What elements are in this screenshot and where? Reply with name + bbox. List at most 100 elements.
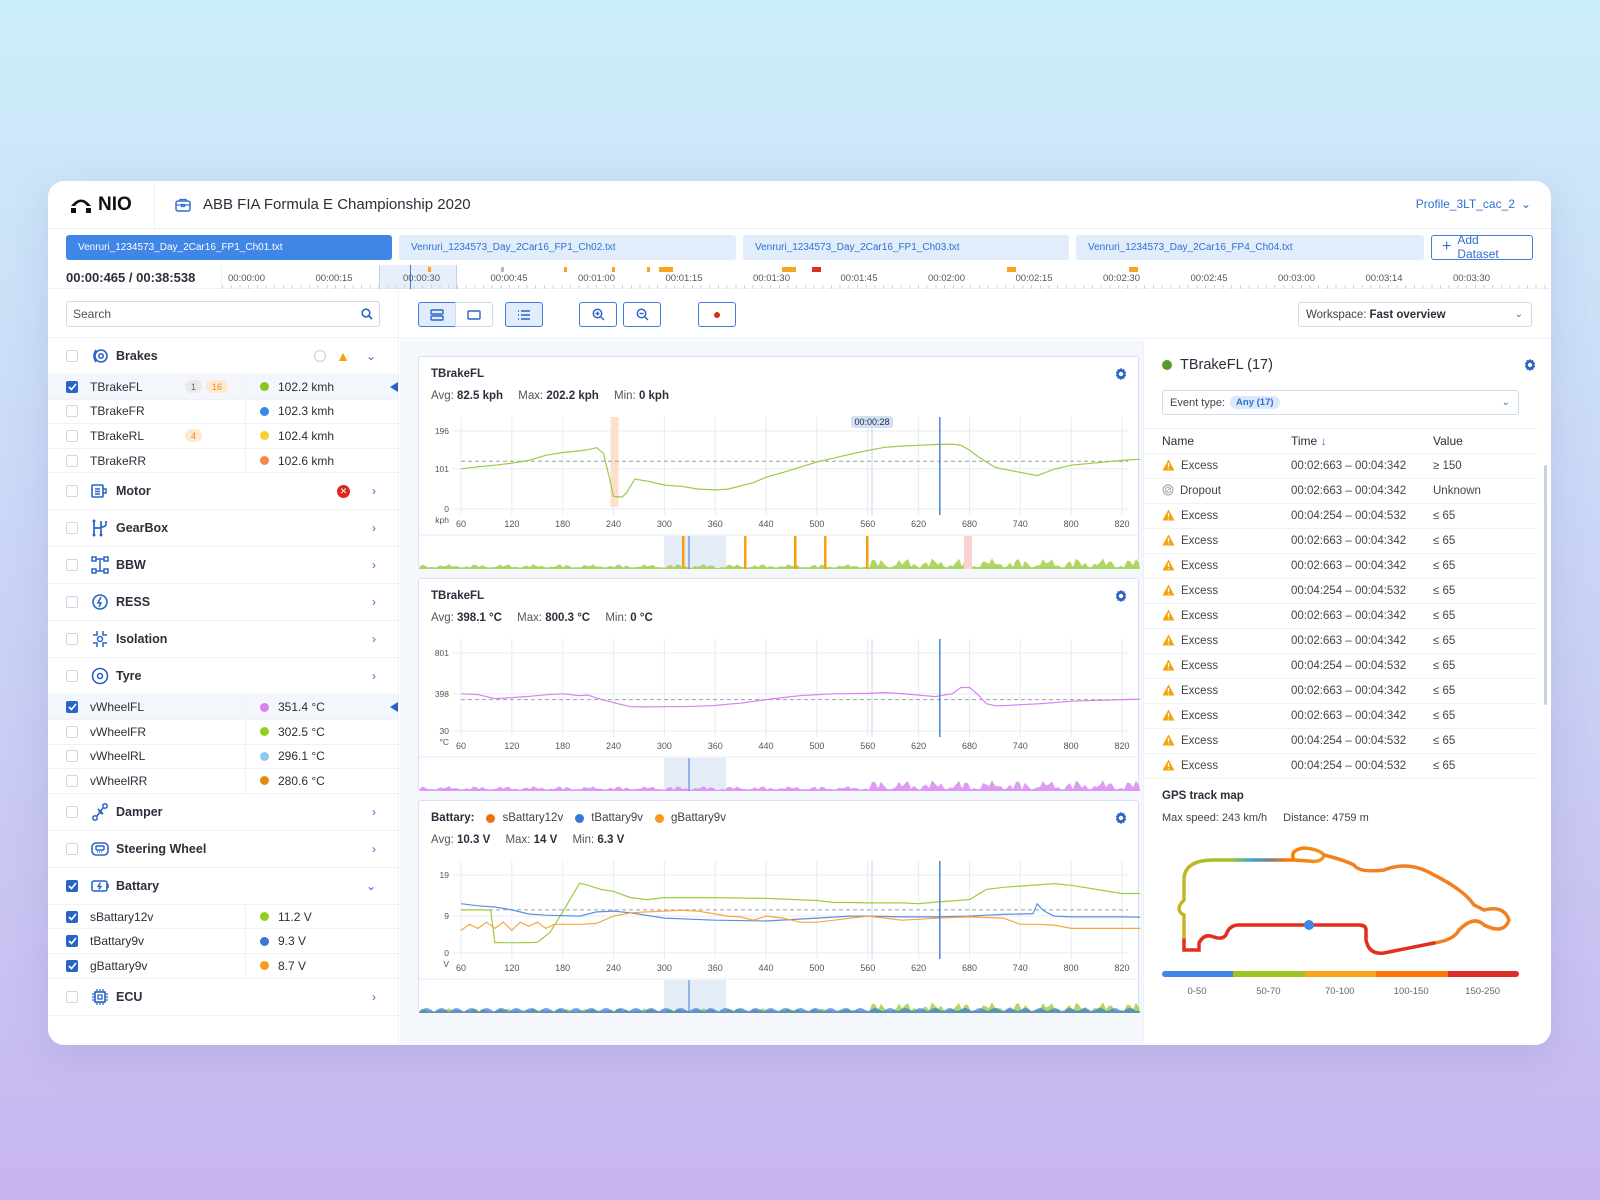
column-name[interactable]: Name — [1162, 434, 1194, 448]
group-isolation[interactable]: Isolation › — [48, 621, 398, 659]
channel-row[interactable]: vWheelFR 302.5 °C — [48, 719, 398, 745]
group-ecu[interactable]: ECU › — [48, 979, 398, 1016]
event-row[interactable]: Excess 00:04:254 – 00:04:532 ≤ 65 — [1144, 729, 1537, 754]
overview-event-marker[interactable] — [964, 536, 972, 569]
zoom-out-button[interactable] — [623, 302, 661, 327]
chart-settings-gear-icon[interactable] — [1114, 589, 1128, 608]
add-dataset-button[interactable]: + Add Dataset — [1431, 233, 1533, 261]
timeline-event-marker[interactable] — [1129, 267, 1138, 272]
chevron-right-icon[interactable]: › — [372, 521, 376, 535]
channel-row[interactable]: vWheelRR 280.6 °C — [48, 769, 398, 794]
channel-checkbox[interactable] — [66, 429, 78, 442]
event-row[interactable]: Excess 00:04:254 – 00:04:532 ≤ 65 — [1144, 579, 1537, 604]
group-bbw[interactable]: BBW › — [48, 547, 398, 585]
chart-settings-gear-icon[interactable] — [1114, 367, 1128, 386]
timeline-event-marker[interactable] — [564, 267, 567, 272]
legend-item[interactable]: tBattary9v — [575, 812, 643, 824]
overview-event-marker[interactable] — [744, 536, 747, 569]
overview-selection[interactable] — [664, 536, 726, 569]
event-row[interactable]: Excess 00:04:254 – 00:04:532 ≤ 65 — [1144, 754, 1537, 779]
group-checkbox[interactable] — [66, 522, 78, 535]
group-checkbox[interactable] — [66, 350, 78, 362]
overview-event-marker[interactable] — [824, 536, 827, 569]
timeline-event-marker[interactable] — [659, 267, 673, 272]
channel-row[interactable]: TBrakeFR 102.3 kmh — [48, 399, 398, 425]
column-time[interactable]: Time ↓ — [1291, 434, 1327, 448]
group-checkbox[interactable] — [66, 670, 78, 683]
events-scrollbar[interactable] — [1544, 465, 1547, 705]
channel-row[interactable]: vWheelFL 351.4 °C — [48, 695, 398, 720]
event-row[interactable]: Excess 00:02:663 – 00:04:342 ≤ 65 — [1144, 604, 1537, 629]
group-checkbox[interactable] — [66, 842, 78, 855]
channel-checkbox[interactable] — [66, 959, 78, 972]
timeline-event-marker[interactable] — [428, 267, 431, 272]
event-row[interactable]: Dropout 00:02:663 – 00:04:342 Unknown — [1144, 479, 1537, 504]
timeline-event-marker[interactable] — [1007, 267, 1016, 272]
chevron-down-icon[interactable]: ⌄ — [366, 879, 376, 893]
chevron-down-icon[interactable]: ⌄ — [366, 349, 376, 363]
event-row[interactable]: Excess 00:02:663 – 00:04:342 ≤ 65 — [1144, 629, 1537, 654]
car-position-marker[interactable] — [1304, 920, 1314, 930]
channel-checkbox[interactable] — [66, 701, 78, 714]
timeline-track[interactable]: 00:00:00 00:00:15 00:00:30 00:00:45 00:01:00… — [221, 265, 1551, 289]
channel-row[interactable]: gBattary9v 8.7 V — [48, 953, 398, 979]
chart-plot[interactable]: 60 120 180 240 300 360 440 500 560 620 680 740 800 82… — [419, 405, 1140, 569]
workspace-select[interactable]: Workspace: Fast overview ⌄ — [1298, 302, 1532, 327]
group-checkbox[interactable] — [66, 596, 78, 609]
overview-event-marker[interactable] — [866, 536, 869, 569]
event-row[interactable]: Excess 00:02:663 – 00:04:342 ≤ 65 — [1144, 554, 1537, 579]
event-row[interactable]: Excess 00:04:254 – 00:04:532 ≤ 65 — [1144, 654, 1537, 679]
single-layout-button[interactable] — [455, 302, 493, 327]
search-icon[interactable] — [361, 308, 373, 320]
search-input[interactable]: Search — [66, 301, 380, 327]
pin-marker-icon[interactable] — [390, 702, 398, 713]
channel-row[interactable]: tBattary9v 9.3 V — [48, 929, 398, 954]
zoom-in-button[interactable] — [579, 302, 617, 327]
group-checkbox[interactable] — [66, 633, 78, 646]
dataset-tab-4[interactable]: Venruri_1234573_Day_2Car16_FP4_Ch04.txt — [1076, 234, 1424, 260]
timeline-event-marker[interactable] — [812, 267, 821, 272]
channel-checkbox[interactable] — [66, 910, 78, 923]
chart-plot[interactable]: 60 120 180 240 300 360 440 500 560 620 680 740 800 82… — [419, 627, 1140, 791]
channel-checkbox[interactable] — [66, 774, 78, 787]
channel-checkbox[interactable] — [66, 935, 78, 948]
channel-checkbox[interactable] — [66, 750, 78, 763]
group-gearbox[interactable]: GearBox › — [48, 510, 398, 548]
events-settings-gear-icon[interactable] — [1523, 358, 1537, 377]
chevron-right-icon[interactable]: › — [372, 484, 376, 498]
channel-row[interactable]: vWheelRL 296.1 °C — [48, 744, 398, 770]
legend-item[interactable]: sBattary12v — [486, 812, 563, 824]
dataset-tab-3[interactable]: Venruri_1234573_Day_2Car16_FP1_Ch03.txt — [743, 234, 1069, 260]
chevron-right-icon[interactable]: › — [372, 595, 376, 609]
timeline-event-marker[interactable] — [612, 267, 615, 272]
pin-marker-icon[interactable] — [390, 382, 398, 392]
group-checkbox[interactable] — [66, 990, 78, 1003]
chevron-right-icon[interactable]: › — [372, 558, 376, 572]
group-battery[interactable]: Battary ⌄ — [48, 868, 398, 905]
event-row[interactable]: Excess 00:02:663 – 00:04:342 ≤ 65 — [1144, 529, 1537, 554]
dataset-tab-1[interactable]: Venruri_1234573_Day_2Car16_FP1_Ch01.txt — [66, 234, 392, 260]
channel-checkbox[interactable] — [66, 380, 78, 393]
group-motor[interactable]: Motor ✕ › — [48, 473, 398, 511]
overview-selection[interactable] — [664, 980, 726, 1013]
chart-plot[interactable]: 60 120 180 240 300 360 440 500 560 620 680 740 800 82… — [419, 849, 1140, 1013]
group-checkbox[interactable] — [66, 805, 78, 818]
timeline[interactable]: 00:00:465 / 00:38:538 00:00:00 00:00:15 00… — [48, 265, 1551, 289]
brand-logo[interactable]: NIO — [48, 181, 155, 229]
channel-row[interactable]: TBrakeRR 102.6 kmh — [48, 448, 398, 474]
group-checkbox[interactable] — [66, 879, 78, 892]
channel-row[interactable]: TBrakeFL 1 16 102.2 kmh — [48, 375, 398, 400]
overview-event-marker[interactable] — [794, 536, 797, 569]
event-type-select[interactable]: Event type: Any (17) ⌄ — [1162, 390, 1519, 415]
track-map[interactable] — [1144, 835, 1537, 965]
overview-event-marker[interactable] — [682, 536, 685, 569]
channel-checkbox[interactable] — [66, 454, 78, 467]
timeline-event-marker[interactable] — [647, 267, 650, 272]
overview-selection[interactable] — [664, 758, 726, 791]
record-button[interactable] — [698, 302, 736, 327]
chart-settings-gear-icon[interactable] — [1114, 811, 1128, 830]
event-highlight-band[interactable] — [610, 417, 619, 507]
event-row[interactable]: Excess 00:02:663 – 00:04:342 ≤ 65 — [1144, 704, 1537, 729]
column-value[interactable]: Value — [1433, 434, 1463, 448]
timeline-event-marker[interactable] — [782, 267, 796, 272]
